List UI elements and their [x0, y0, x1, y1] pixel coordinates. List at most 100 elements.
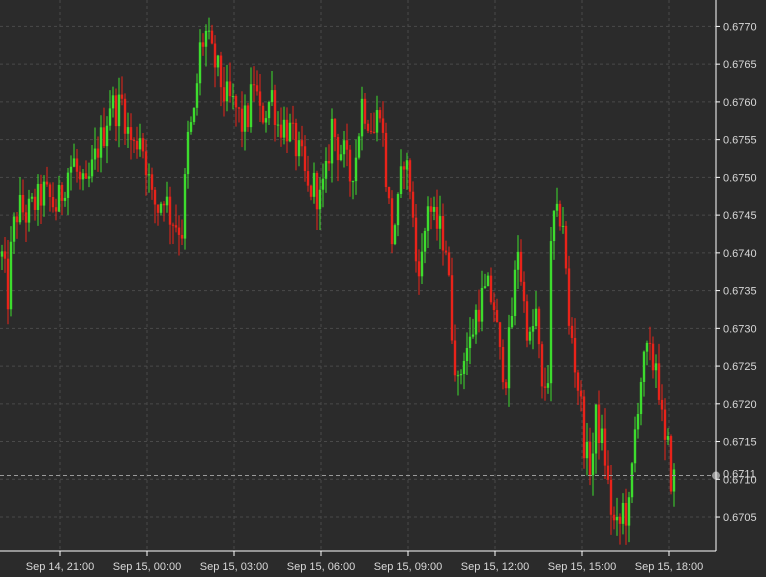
candle-body: [156, 204, 160, 213]
x-tick-label: Sep 15, 03:00: [200, 561, 269, 573]
candle-body: [99, 127, 103, 158]
candle-body: [54, 207, 58, 212]
candle-body: [6, 258, 10, 310]
candle-body: [321, 178, 325, 190]
candle-body: [102, 127, 106, 147]
chart-container: 0.6711 0.6705 0.6710 0.6715 0.6720 0.6725 0.6…: [0, 0, 766, 577]
candle-body: [585, 441, 589, 459]
candle-body: [45, 181, 49, 185]
candle-body: [396, 193, 400, 226]
candle-body: [63, 197, 67, 201]
candle-body: [594, 404, 598, 454]
x-tick-label: Sep 15, 15:00: [548, 561, 617, 573]
candle-body: [255, 85, 259, 92]
candle-body: [591, 453, 595, 476]
candle-body: [276, 124, 280, 126]
candle-body: [174, 225, 178, 228]
candle-body: [324, 160, 328, 179]
candle-body: [330, 118, 334, 164]
candle-body: [417, 261, 421, 277]
candle-body: [354, 157, 358, 182]
candle-body: [384, 132, 388, 188]
candle-body: [486, 275, 490, 287]
candle-body: [171, 224, 175, 226]
candle-body: [279, 124, 283, 138]
candle-body: [294, 122, 298, 157]
candle-body: [471, 334, 475, 337]
y-tick-label: 0.6730: [723, 323, 757, 335]
candle-body: [24, 212, 28, 223]
candle-body: [609, 479, 613, 515]
candle-body: [231, 96, 235, 98]
candle-body: [9, 241, 13, 310]
candle-body: [78, 171, 82, 180]
candle-body: [300, 140, 304, 147]
candle-body: [447, 252, 451, 276]
candle-body: [348, 149, 352, 182]
candle-body: [237, 107, 241, 109]
candle-body: [186, 131, 190, 175]
candle-body: [120, 94, 124, 99]
candle-body: [183, 174, 187, 239]
candle-body: [450, 275, 454, 341]
candle-body: [57, 184, 61, 212]
candle-body: [615, 516, 619, 521]
candle-body: [405, 160, 409, 170]
candle-body: [381, 118, 385, 133]
candle-body: [129, 127, 133, 141]
candle-body: [528, 331, 532, 341]
candle-body: [273, 90, 277, 126]
x-tick-label: Sep 15, 12:00: [461, 561, 530, 573]
candle-body: [525, 301, 529, 341]
candle-body: [30, 196, 34, 199]
candle-body: [168, 196, 172, 225]
candle-body: [90, 159, 94, 177]
candle-body: [318, 189, 322, 210]
candle-body: [3, 251, 7, 259]
candle-body: [618, 516, 622, 524]
candle-body: [672, 469, 676, 492]
candle-body: [204, 30, 208, 47]
y-tick-label: 0.6705: [723, 512, 757, 524]
candle-body: [462, 360, 466, 374]
candle-body: [537, 308, 541, 345]
candle-body: [564, 225, 568, 269]
candle-body: [495, 310, 499, 323]
candle-body: [126, 127, 130, 134]
candle-body: [72, 158, 76, 167]
candle-body: [117, 94, 121, 127]
candle-body: [195, 83, 199, 108]
y-tick-label: 0.6710: [723, 474, 757, 486]
candle-body: [33, 196, 37, 210]
candle-body: [327, 160, 331, 164]
candle-body: [543, 386, 547, 388]
candle-body: [552, 210, 556, 242]
candle-body: [198, 42, 202, 84]
candle-body: [336, 137, 340, 161]
candle-body: [510, 316, 514, 328]
candle-body: [135, 140, 139, 150]
candle-body: [567, 268, 571, 326]
candle-body: [387, 187, 391, 199]
candle-body: [570, 325, 574, 338]
candle-body: [177, 227, 181, 235]
candle-body: [642, 351, 646, 383]
candle-body: [189, 122, 193, 132]
candle-body: [363, 98, 367, 124]
candle-body: [546, 383, 550, 388]
candle-body: [399, 166, 403, 194]
candle-body: [258, 91, 262, 106]
candle-body: [636, 414, 640, 430]
candle-body: [342, 140, 346, 155]
candle-body: [75, 158, 79, 172]
candle-body: [36, 183, 40, 210]
candle-body: [612, 514, 616, 521]
candle-body: [291, 122, 295, 124]
candle-body: [435, 206, 439, 229]
candle-body: [84, 173, 88, 179]
candle-body: [651, 343, 655, 371]
candle-body: [351, 181, 355, 183]
candlestick-chart: 0.6711 0.67050.67100.67150.67200.67250.6…: [0, 0, 766, 577]
candle-body: [660, 399, 664, 410]
y-tick-label: 0.6750: [723, 172, 757, 184]
